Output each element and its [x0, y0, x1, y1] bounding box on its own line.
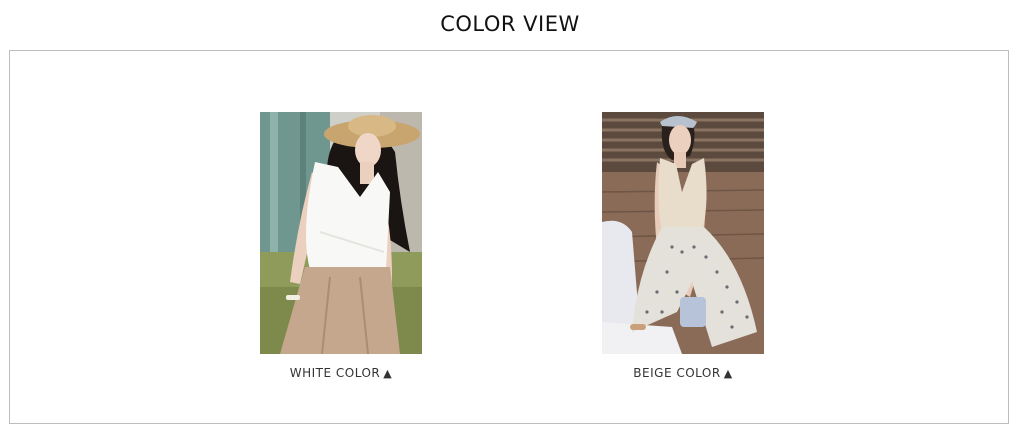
color-card-beige[interactable]: BEIGE COLOR ▲	[602, 112, 764, 380]
beige-color-caption[interactable]: BEIGE COLOR ▲	[602, 366, 764, 380]
page-title: COLOR VIEW	[440, 12, 580, 36]
color-card-white[interactable]: WHITE COLOR ▲	[260, 112, 422, 380]
beige-color-label: BEIGE COLOR	[633, 366, 721, 380]
white-color-caption[interactable]: WHITE COLOR ▲	[260, 366, 422, 380]
white-color-photo[interactable]	[260, 112, 422, 354]
triangle-up-icon: ▲	[723, 367, 733, 380]
triangle-up-icon: ▲	[383, 367, 393, 380]
beige-color-photo[interactable]	[602, 112, 764, 354]
color-view-frame: WHITE COLOR ▲ BEIGE COLOR ▲	[9, 50, 1009, 424]
white-color-label: WHITE COLOR	[289, 366, 381, 380]
